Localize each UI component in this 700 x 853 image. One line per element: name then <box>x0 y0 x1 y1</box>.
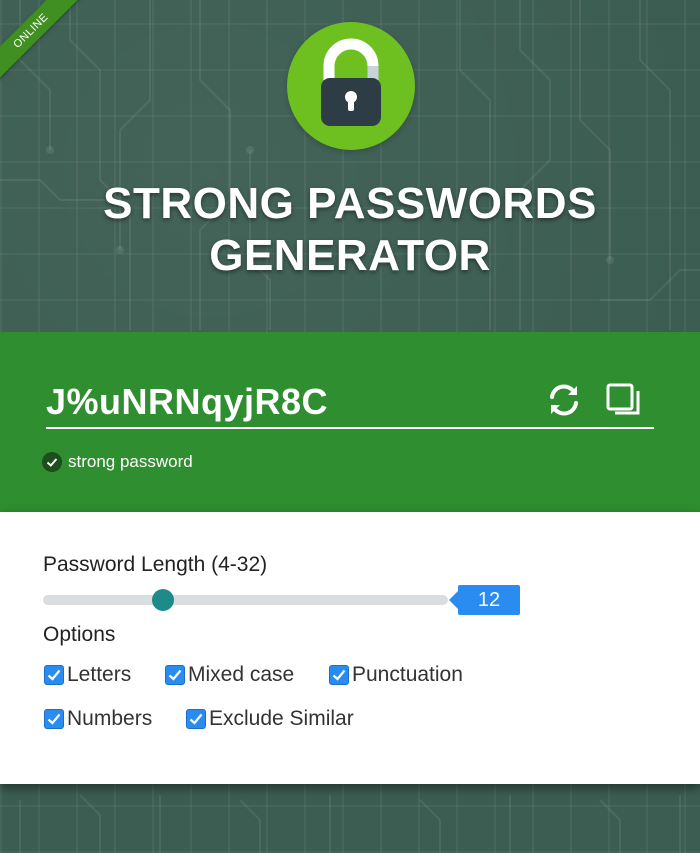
checkbox-icon[interactable] <box>329 665 349 685</box>
option-punctuation-label: Punctuation <box>352 663 463 686</box>
online-badge-label: ONLINE <box>0 0 85 85</box>
copy-button[interactable] <box>602 380 642 420</box>
password-strength: strong password <box>42 450 193 474</box>
password-length-label: Password Length (4-32) <box>43 553 268 576</box>
checkbox-icon[interactable] <box>165 665 185 685</box>
option-exclude-similar[interactable]: Exclude Similar <box>186 706 354 732</box>
checkbox-icon[interactable] <box>186 709 206 729</box>
check-icon <box>42 452 62 472</box>
option-numbers[interactable]: Numbers <box>44 706 152 732</box>
header: STRONG PASSWORDS GENERATOR <box>0 0 700 332</box>
logo <box>287 22 415 150</box>
online-badge: ONLINE <box>0 0 100 100</box>
checkbox-icon[interactable] <box>44 709 64 729</box>
padlock-icon <box>321 38 381 126</box>
option-exclude-similar-label: Exclude Similar <box>209 707 354 730</box>
password-strength-label: strong password <box>68 452 193 471</box>
option-numbers-label: Numbers <box>67 707 153 730</box>
options-label: Options <box>43 623 116 646</box>
copy-icon <box>606 383 640 415</box>
length-slider-handle[interactable] <box>152 589 174 611</box>
option-mixed-case[interactable]: Mixed case <box>165 662 294 688</box>
option-letters-label: Letters <box>67 663 132 686</box>
regenerate-button[interactable] <box>544 380 584 420</box>
option-letters[interactable]: Letters <box>44 662 131 688</box>
length-slider-track[interactable] <box>43 595 448 605</box>
refresh-icon <box>550 384 578 416</box>
checkbox-icon[interactable] <box>44 665 64 685</box>
page-title-line2: GENERATOR <box>209 231 491 280</box>
password-output[interactable]: J%uNRNqyjR8C <box>46 380 328 424</box>
password-underline <box>46 427 654 429</box>
option-mixed-case-label: Mixed case <box>188 663 295 686</box>
page-title-line1: STRONG PASSWORDS <box>103 179 597 228</box>
page-title: STRONG PASSWORDS GENERATOR <box>0 178 700 282</box>
option-punctuation[interactable]: Punctuation <box>329 662 463 688</box>
length-value-badge: 12 <box>449 585 520 615</box>
